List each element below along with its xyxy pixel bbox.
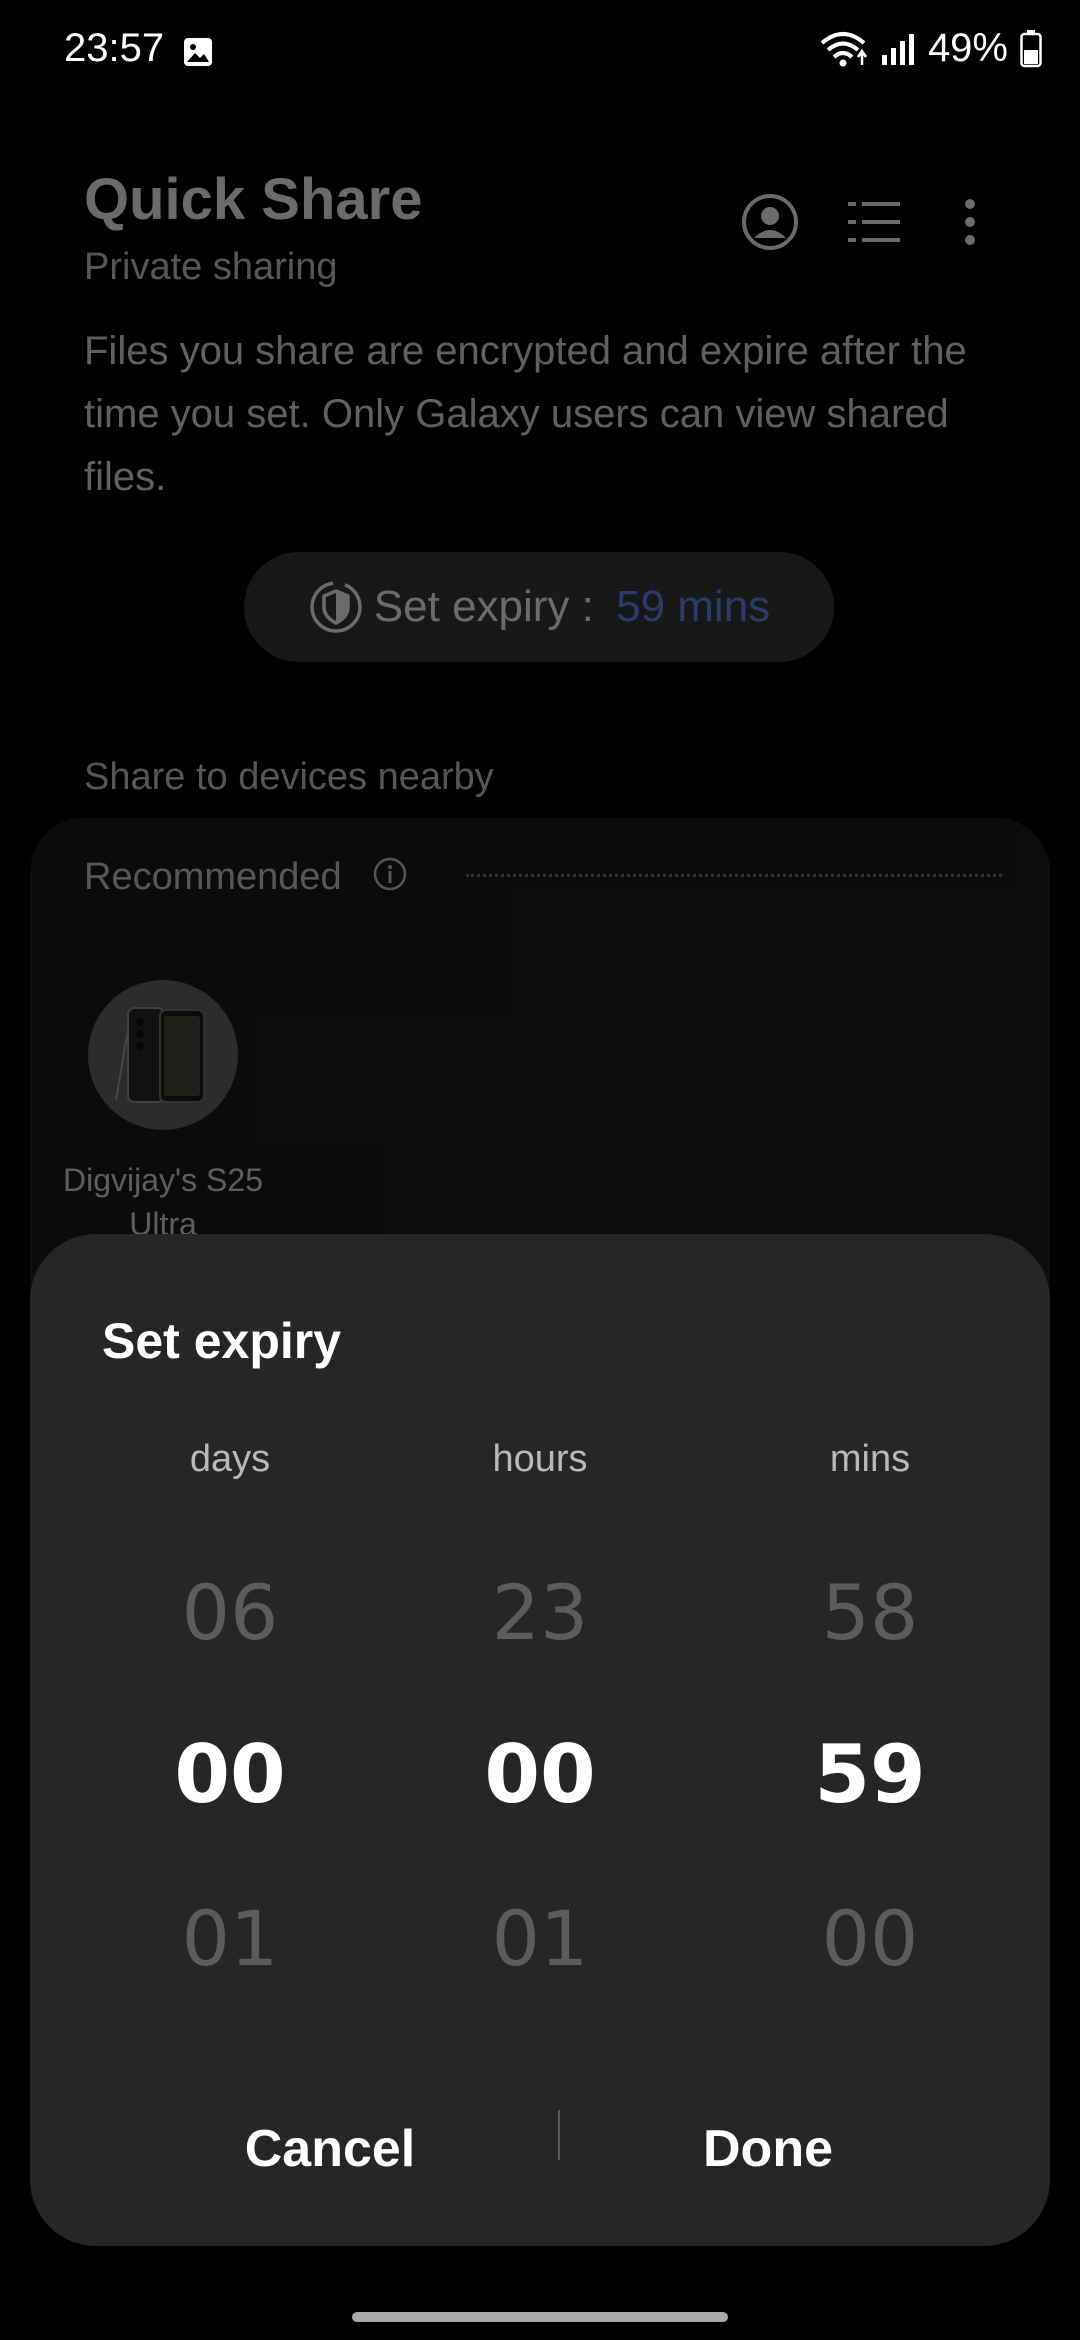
navigation-handle[interactable] (352, 2312, 728, 2322)
expiry-shield-icon (310, 581, 362, 633)
mins-next-value[interactable]: 00 (720, 1894, 1020, 1983)
hours-label: hours (492, 1438, 588, 1480)
hours-current-value[interactable]: 00 (390, 1728, 690, 1821)
list-icon[interactable] (844, 192, 904, 252)
set-expiry-button[interactable]: Set expiry : 59 mins (244, 552, 834, 662)
more-icon[interactable] (940, 192, 1000, 252)
recommended-label: Recommended (84, 856, 342, 898)
mins-current-value[interactable]: 59 (720, 1728, 1020, 1821)
days-next-value[interactable]: 01 (80, 1894, 380, 1983)
set-expiry-sheet: Set expiry days 06 00 01 hours 23 00 01 … (30, 1234, 1050, 2246)
hours-prev-value[interactable]: 23 (390, 1568, 690, 1657)
page-title: Quick Share (84, 167, 423, 232)
profile-icon[interactable] (740, 192, 800, 252)
device-name[interactable]: Digvijay's S25 Ultra (40, 1158, 286, 1246)
nearby-section-label: Share to devices nearby (84, 756, 494, 798)
divider (466, 874, 1002, 877)
mins-prev-value[interactable]: 58 (720, 1568, 1020, 1657)
days-prev-value[interactable]: 06 (80, 1568, 380, 1657)
page-subtitle: Private sharing (84, 246, 338, 288)
mins-label: mins (829, 1438, 911, 1480)
hours-next-value[interactable]: 01 (390, 1894, 690, 1983)
cancel-button[interactable]: Cancel (130, 2094, 530, 2204)
days-label: days (189, 1438, 271, 1480)
info-icon[interactable] (372, 856, 408, 892)
expiry-label: Set expiry : (373, 582, 607, 631)
days-current-value[interactable]: 00 (80, 1728, 380, 1821)
description-text: Files you share are encrypted and expire… (84, 329, 967, 499)
phone-icon (115, 1007, 205, 1103)
device-avatar[interactable] (88, 980, 238, 1130)
button-divider (558, 2110, 560, 2160)
expiry-value: 59 mins (616, 582, 771, 631)
done-button[interactable]: Done (568, 2094, 968, 2204)
